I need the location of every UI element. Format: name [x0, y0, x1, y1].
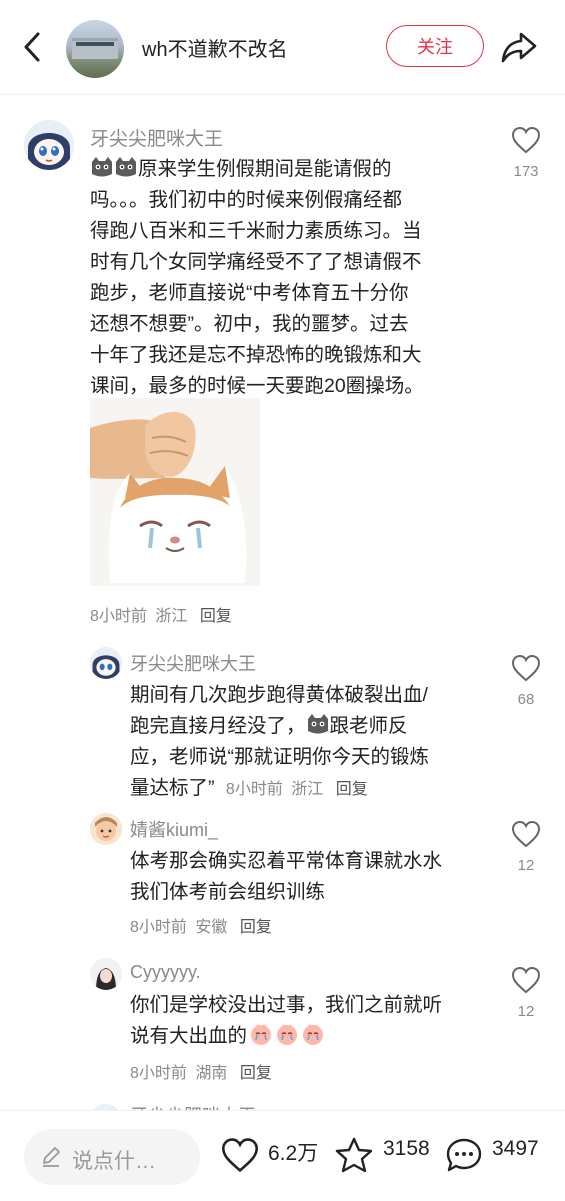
back-chevron-icon[interactable] — [18, 30, 48, 64]
reply-line: 说有大出血的 — [130, 1025, 248, 1047]
commenter-name[interactable]: 牙尖尖肥咪大王 — [90, 124, 223, 151]
reply-time: 8小时前 — [225, 781, 283, 798]
like-count: 173 — [513, 163, 539, 180]
comment-text: 原来学生例假期间是能请假的 吗。。。我们初中的时候来例假痛经都 得跑八百米和三千… — [90, 154, 490, 402]
reply-like-button[interactable]: 68 — [506, 654, 546, 708]
comment-like-button[interactable]: 173 — [506, 126, 546, 180]
reply-avatar[interactable] — [90, 647, 122, 679]
reply-line: 体考那会确实忍着平常体育课就水水 — [130, 850, 443, 872]
share-arrow-icon[interactable] — [500, 28, 538, 66]
reply-meta: 8小时前 湖南 回复 — [130, 1059, 272, 1083]
comment-time: 8小时前 — [90, 608, 147, 625]
reply-avatar[interactable] — [90, 958, 122, 990]
comment-placeholder: 说点什… — [72, 1150, 156, 1173]
favorite-total: 3158 — [383, 1137, 430, 1160]
cat-emoji-icon — [116, 157, 136, 177]
comment-meta: 8小时前 浙江 回复 — [90, 602, 232, 626]
reply-meta: 8小时前 浙江 回复 — [226, 781, 368, 798]
reply-username[interactable]: Cyyyyyy. — [130, 962, 201, 983]
crying-face-emoji-icon — [303, 1024, 324, 1045]
comment-location: 浙江 — [155, 608, 188, 625]
crying-cat-sticker-image[interactable] — [90, 398, 260, 586]
top-bar: wh不道歉不改名 关注 — [0, 0, 565, 95]
reply-like-button[interactable]: 12 — [506, 820, 546, 874]
cat-emoji-icon — [92, 157, 112, 177]
like-count: 12 — [517, 1003, 535, 1020]
comment-line: 时有几个女同学痛经受不了了想请假不 — [90, 251, 422, 273]
author-avatar[interactable] — [66, 20, 124, 78]
bottom-action-bar: 说点什… 6.2万 3158 3497 — [0, 1110, 565, 1201]
reply-avatar[interactable] — [90, 813, 122, 845]
heart-outline-icon — [511, 126, 541, 154]
star-outline-icon[interactable] — [334, 1136, 374, 1174]
reply-line: 我们体考前会组织训练 — [130, 881, 326, 903]
comment-total: 3497 — [492, 1137, 539, 1160]
comment-input[interactable]: 说点什… — [24, 1129, 200, 1185]
reply-button[interactable]: 回复 — [200, 608, 232, 625]
reply-like-button[interactable]: 12 — [506, 966, 546, 1020]
crying-face-emoji-icon — [251, 1024, 272, 1045]
reply-line: 量达标了” — [130, 777, 215, 799]
commenter-avatar[interactable] — [24, 120, 74, 170]
follow-button[interactable]: 关注 — [386, 25, 484, 67]
comment-line: 跑步，老师直接说“中考体育五十分你 — [90, 282, 409, 304]
reply-location: 浙江 — [291, 781, 324, 798]
cat-emoji-icon — [307, 714, 328, 734]
reply-line: 跟老师反 — [329, 715, 408, 737]
reply-location: 湖南 — [195, 1065, 228, 1082]
reply-time: 8小时前 — [130, 919, 187, 936]
reply-text: 你们是学校没出过事，我们之前就听 说有大出血的 — [130, 990, 500, 1052]
comment-line: 吗。。。我们初中的时候来例假痛经都 — [90, 189, 403, 211]
heart-outline-icon — [511, 654, 541, 682]
reply-text: 期间有几次跑步跑得黄体破裂出血/ 跑完直接月经没了， 跟老师反 应，老师说“那就… — [130, 680, 500, 805]
heart-outline-icon — [511, 820, 541, 848]
reply-button[interactable]: 回复 — [240, 1065, 272, 1082]
reply-location: 安徽 — [195, 919, 228, 936]
author-name[interactable]: wh不道歉不改名 — [142, 33, 288, 62]
like-total: 6.2万 — [268, 1142, 319, 1165]
reply-username[interactable]: 牙尖尖肥咪大王 — [130, 650, 256, 676]
reply-line: 你们是学校没出过事，我们之前就听 — [130, 994, 443, 1016]
comment-line: 还想不想要”。初中，我的噩梦。过去 — [90, 313, 409, 335]
reply-time: 8小时前 — [130, 1065, 187, 1082]
reply-line: 应，老师说“那就证明你今天的锻炼 — [130, 746, 429, 768]
chat-bubble-icon[interactable] — [444, 1136, 484, 1174]
comment-line: 得跑八百米和三千米耐力素质练习。当 — [90, 220, 422, 242]
heart-outline-icon[interactable] — [220, 1137, 260, 1173]
heart-outline-icon — [511, 966, 541, 994]
reply-line: 跑完直接月经没了， — [130, 715, 306, 737]
like-count: 12 — [517, 857, 535, 874]
pen-icon — [43, 1147, 60, 1167]
reply-text: 体考那会确实忍着平常体育课就水水 我们体考前会组织训练 — [130, 846, 500, 908]
reply-meta: 8小时前 安徽 回复 — [130, 913, 272, 937]
crying-face-emoji-icon — [277, 1024, 298, 1045]
reply-line: 期间有几次跑步跑得黄体破裂出血/ — [130, 684, 428, 706]
comment-line: 十年了我还是忘不掉恐怖的晚锻炼和大 — [90, 344, 422, 366]
reply-button[interactable]: 回复 — [240, 919, 272, 936]
like-count: 68 — [517, 691, 535, 708]
comment-line: 原来学生例假期间是能请假的 — [138, 158, 392, 180]
reply-username[interactable]: 婧酱kiumi_ — [130, 816, 218, 842]
reply-button[interactable]: 回复 — [336, 781, 368, 798]
